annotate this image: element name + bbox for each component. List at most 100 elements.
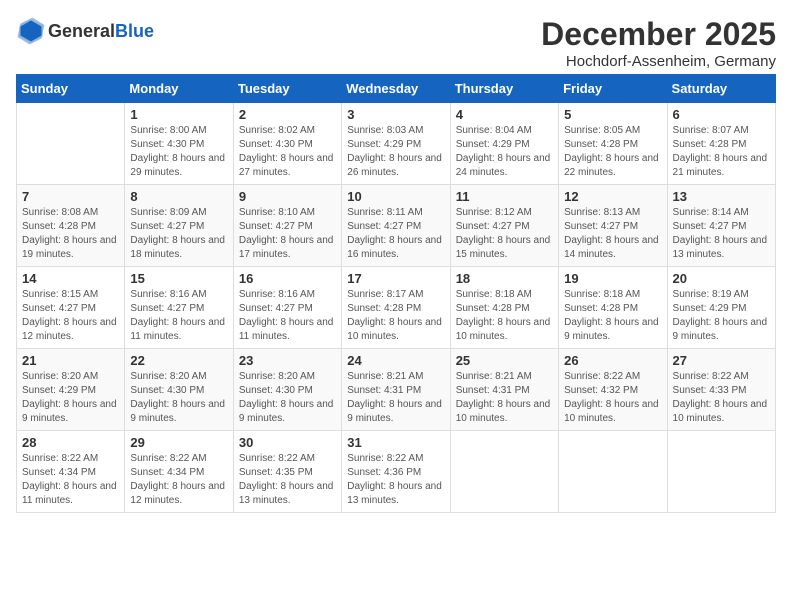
day-number: 9 <box>239 189 336 204</box>
day-number: 5 <box>564 107 661 122</box>
day-number: 26 <box>564 353 661 368</box>
cell-content: Sunrise: 8:16 AMSunset: 4:27 PMDaylight:… <box>130 288 227 344</box>
calendar-table: SundayMondayTuesdayWednesdayThursdayFrid… <box>16 74 776 513</box>
calendar-cell: 3 Sunrise: 8:03 AMSunset: 4:29 PMDaylight… <box>342 103 450 185</box>
calendar-week-row: 14 Sunrise: 8:15 AMSunset: 4:27 PMDayligh… <box>17 267 776 349</box>
day-number: 20 <box>673 271 770 286</box>
cell-content: Sunrise: 8:10 AMSunset: 4:27 PMDaylight:… <box>239 206 336 262</box>
calendar-cell: 29 Sunrise: 8:22 AMSunset: 4:34 PMDayligh… <box>125 431 233 513</box>
calendar-cell: 4 Sunrise: 8:04 AMSunset: 4:29 PMDaylight… <box>450 103 558 185</box>
calendar-cell: 18Sunrise: 8:18 AMSunset: 4:28 PMDayligh… <box>450 267 558 349</box>
calendar-cell <box>17 103 125 185</box>
day-number: 14 <box>22 271 119 286</box>
cell-content: Sunrise: 8:00 AMSunset: 4:30 PMDaylight:… <box>130 124 227 180</box>
calendar-cell: 8Sunrise: 8:09 AMSunset: 4:27 PMDaylight… <box>125 185 233 267</box>
day-number: 15 <box>130 271 227 286</box>
calendar-cell: 27 Sunrise: 8:22 AMSunset: 4:33 PMDayligh… <box>667 349 775 431</box>
calendar-week-row: 28 Sunrise: 8:22 AMSunset: 4:34 PMDayligh… <box>17 431 776 513</box>
calendar-cell: 2Sunrise: 8:02 AMSunset: 4:30 PMDaylight… <box>233 103 341 185</box>
calendar-cell: 28Sunrise: 8:22 AMSunset: 4:34 PMDayligh… <box>17 431 125 513</box>
cell-content: Sunrise: 8:19 AMSunset: 4:29 PMDaylight:… <box>673 288 770 344</box>
cell-content: Sunrise: 8:22 AMSunset: 4:35 PMDaylight:… <box>239 452 336 508</box>
cell-content: Sunrise: 8:18 AMSunset: 4:28 PMDaylight:… <box>564 288 661 344</box>
calendar-cell: 22 Sunrise: 8:20 AMSunset: 4:30 PMDayligh… <box>125 349 233 431</box>
day-number: 28 <box>22 435 119 450</box>
day-number: 27 <box>673 353 770 368</box>
location-subtitle: Hochdorf-Assenheim, Germany <box>541 53 776 70</box>
calendar-week-row: 1 Sunrise: 8:00 AMSunset: 4:30 PMDaylight… <box>17 103 776 185</box>
cell-content: Sunrise: 8:12 AMSunset: 4:27 PMDaylight:… <box>456 206 553 262</box>
day-number: 22 <box>130 353 227 368</box>
day-number: 30 <box>239 435 336 450</box>
calendar-cell: 21Sunrise: 8:20 AMSunset: 4:29 PMDayligh… <box>17 349 125 431</box>
day-number: 18 <box>456 271 553 286</box>
column-header-tuesday: Tuesday <box>233 75 341 103</box>
cell-content: Sunrise: 8:15 AMSunset: 4:27 PMDaylight:… <box>22 288 119 344</box>
calendar-cell: 19Sunrise: 8:18 AMSunset: 4:28 PMDayligh… <box>559 267 667 349</box>
cell-content: Sunrise: 8:08 AMSunset: 4:28 PMDaylight:… <box>22 206 119 262</box>
cell-content: Sunrise: 8:05 AMSunset: 4:28 PMDaylight:… <box>564 124 661 180</box>
cell-content: Sunrise: 8:21 AMSunset: 4:31 PMDaylight:… <box>456 370 553 426</box>
calendar-cell: 13 Sunrise: 8:14 AMSunset: 4:27 PMDayligh… <box>667 185 775 267</box>
cell-content: Sunrise: 8:09 AMSunset: 4:27 PMDaylight:… <box>130 206 227 262</box>
calendar-cell: 31 Sunrise: 8:22 AMSunset: 4:36 PMDayligh… <box>342 431 450 513</box>
calendar-cell: 1 Sunrise: 8:00 AMSunset: 4:30 PMDaylight… <box>125 103 233 185</box>
day-number: 31 <box>347 435 444 450</box>
column-header-sunday: Sunday <box>17 75 125 103</box>
cell-content: Sunrise: 8:20 AMSunset: 4:30 PMDaylight:… <box>130 370 227 426</box>
calendar-cell: 24Sunrise: 8:21 AMSunset: 4:31 PMDayligh… <box>342 349 450 431</box>
calendar-cell: 12 Sunrise: 8:13 AMSunset: 4:27 PMDayligh… <box>559 185 667 267</box>
calendar-cell: 14 Sunrise: 8:15 AMSunset: 4:27 PMDayligh… <box>17 267 125 349</box>
cell-content: Sunrise: 8:14 AMSunset: 4:27 PMDaylight:… <box>673 206 770 262</box>
column-header-thursday: Thursday <box>450 75 558 103</box>
day-number: 17 <box>347 271 444 286</box>
cell-content: Sunrise: 8:22 AMSunset: 4:34 PMDaylight:… <box>130 452 227 508</box>
cell-content: Sunrise: 8:22 AMSunset: 4:36 PMDaylight:… <box>347 452 444 508</box>
logo-text-general: General <box>48 21 115 41</box>
page-header: GeneralBlue December 2025 Hochdorf-Assen… <box>16 16 776 70</box>
day-number: 7 <box>22 189 119 204</box>
calendar-cell: 23Sunrise: 8:20 AMSunset: 4:30 PMDayligh… <box>233 349 341 431</box>
day-number: 4 <box>456 107 553 122</box>
calendar-cell: 25 Sunrise: 8:21 AMSunset: 4:31 PMDayligh… <box>450 349 558 431</box>
calendar-cell: 15 Sunrise: 8:16 AMSunset: 4:27 PMDayligh… <box>125 267 233 349</box>
day-number: 16 <box>239 271 336 286</box>
calendar-cell: 6Sunrise: 8:07 AMSunset: 4:28 PMDaylight… <box>667 103 775 185</box>
calendar-cell: 7 Sunrise: 8:08 AMSunset: 4:28 PMDaylight… <box>17 185 125 267</box>
day-number: 1 <box>130 107 227 122</box>
cell-content: Sunrise: 8:03 AMSunset: 4:29 PMDaylight:… <box>347 124 444 180</box>
calendar-cell <box>450 431 558 513</box>
column-header-monday: Monday <box>125 75 233 103</box>
column-header-wednesday: Wednesday <box>342 75 450 103</box>
cell-content: Sunrise: 8:13 AMSunset: 4:27 PMDaylight:… <box>564 206 661 262</box>
column-header-saturday: Saturday <box>667 75 775 103</box>
day-number: 12 <box>564 189 661 204</box>
day-number: 23 <box>239 353 336 368</box>
calendar-cell: 16 Sunrise: 8:16 AMSunset: 4:27 PMDayligh… <box>233 267 341 349</box>
logo-icon <box>16 16 46 46</box>
day-number: 2 <box>239 107 336 122</box>
day-number: 10 <box>347 189 444 204</box>
cell-content: Sunrise: 8:07 AMSunset: 4:28 PMDaylight:… <box>673 124 770 180</box>
cell-content: Sunrise: 8:04 AMSunset: 4:29 PMDaylight:… <box>456 124 553 180</box>
calendar-cell: 11 Sunrise: 8:12 AMSunset: 4:27 PMDayligh… <box>450 185 558 267</box>
day-number: 13 <box>673 189 770 204</box>
calendar-cell: 10 Sunrise: 8:11 AMSunset: 4:27 PMDayligh… <box>342 185 450 267</box>
cell-content: Sunrise: 8:21 AMSunset: 4:31 PMDaylight:… <box>347 370 444 426</box>
cell-content: Sunrise: 8:16 AMSunset: 4:27 PMDaylight:… <box>239 288 336 344</box>
calendar-cell <box>667 431 775 513</box>
calendar-week-row: 21Sunrise: 8:20 AMSunset: 4:29 PMDayligh… <box>17 349 776 431</box>
cell-content: Sunrise: 8:20 AMSunset: 4:29 PMDaylight:… <box>22 370 119 426</box>
day-number: 11 <box>456 189 553 204</box>
calendar-cell: 20 Sunrise: 8:19 AMSunset: 4:29 PMDayligh… <box>667 267 775 349</box>
calendar-header-row: SundayMondayTuesdayWednesdayThursdayFrid… <box>17 75 776 103</box>
day-number: 3 <box>347 107 444 122</box>
day-number: 29 <box>130 435 227 450</box>
cell-content: Sunrise: 8:11 AMSunset: 4:27 PMDaylight:… <box>347 206 444 262</box>
logo: GeneralBlue <box>16 16 154 46</box>
calendar-week-row: 7 Sunrise: 8:08 AMSunset: 4:28 PMDaylight… <box>17 185 776 267</box>
month-title: December 2025 <box>541 16 776 53</box>
day-number: 25 <box>456 353 553 368</box>
cell-content: Sunrise: 8:22 AMSunset: 4:33 PMDaylight:… <box>673 370 770 426</box>
logo-text-blue: Blue <box>115 21 154 41</box>
